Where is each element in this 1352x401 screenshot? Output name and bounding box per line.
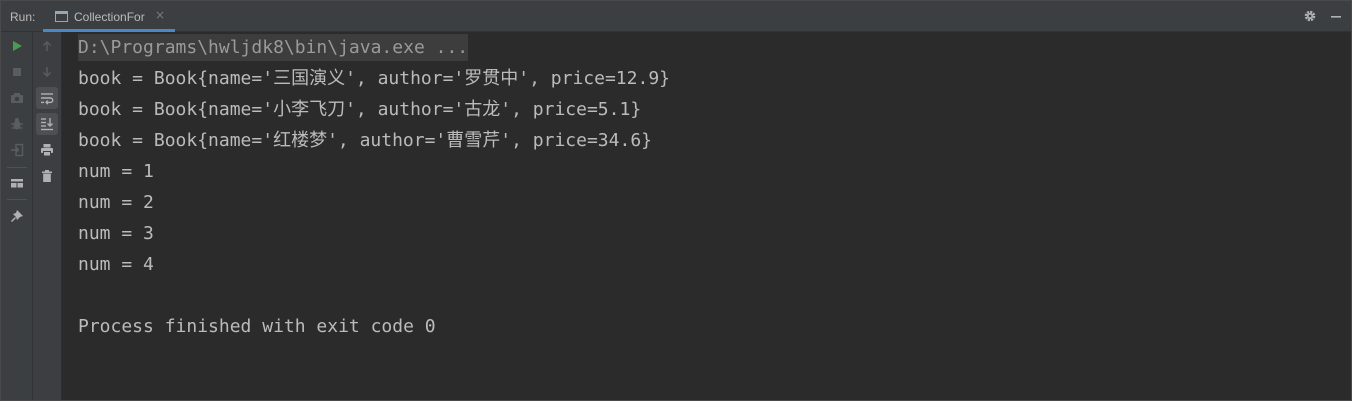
console-line: num = 4 bbox=[78, 254, 154, 275]
soft-wrap-button[interactable] bbox=[36, 87, 58, 109]
console-line: num = 1 bbox=[78, 161, 154, 182]
console-toolbar bbox=[33, 32, 62, 400]
clear-all-button[interactable] bbox=[36, 165, 58, 187]
run-label: Run: bbox=[10, 10, 36, 24]
gear-icon[interactable] bbox=[1303, 9, 1317, 23]
next-occurrence-button[interactable] bbox=[36, 61, 58, 83]
print-icon bbox=[41, 144, 53, 157]
soft-wrap-icon bbox=[41, 93, 54, 105]
pin-button[interactable] bbox=[6, 205, 28, 227]
console-output[interactable]: D:\Programs\hwljdk8\bin\java.exe ... boo… bbox=[62, 32, 1351, 400]
layout-icon bbox=[11, 179, 23, 188]
print-button[interactable] bbox=[36, 139, 58, 161]
rerun-icon bbox=[13, 41, 22, 51]
exit-button[interactable] bbox=[6, 139, 28, 161]
console-lines: D:\Programs\hwljdk8\bin\java.exe ... boo… bbox=[78, 32, 670, 342]
console-tab-icon bbox=[55, 11, 68, 22]
pin-icon bbox=[10, 210, 23, 223]
console-line: book = Book{name='三国演义', author='罗贯中', p… bbox=[78, 68, 670, 89]
run-tool-window: Run: CollectionFor × D:\Programs\hwljdk8… bbox=[0, 0, 1352, 401]
stop-button[interactable] bbox=[6, 61, 28, 83]
command-text: D:\Programs\hwljdk8\bin\java.exe ... bbox=[78, 34, 469, 61]
left-toolbar bbox=[1, 32, 33, 400]
exit-login-icon bbox=[11, 143, 24, 157]
process-finished-line: Process finished with exit code 0 bbox=[78, 316, 436, 337]
console-line: num = 2 bbox=[78, 192, 154, 213]
header-actions bbox=[1303, 9, 1343, 23]
rerun-button[interactable] bbox=[6, 35, 28, 57]
up-arrow-icon bbox=[42, 40, 52, 51]
console-line: book = Book{name='小李飞刀', author='古龙', pr… bbox=[78, 99, 642, 120]
console-line: num = 3 bbox=[78, 223, 154, 244]
camera-icon bbox=[11, 93, 23, 103]
scroll-to-end-button[interactable] bbox=[36, 113, 58, 135]
down-arrow-icon bbox=[42, 67, 52, 78]
close-icon[interactable]: × bbox=[154, 9, 166, 21]
console-line: book = Book{name='红楼梦', author='曹雪芹', pr… bbox=[78, 130, 652, 151]
toolbar-divider bbox=[7, 167, 27, 168]
trash-icon bbox=[42, 170, 52, 182]
tab-label: CollectionFor bbox=[74, 10, 145, 24]
debug-bug-icon bbox=[11, 118, 23, 130]
camera-button[interactable] bbox=[6, 87, 28, 109]
scroll-to-end-icon bbox=[41, 118, 53, 131]
stop-icon bbox=[13, 68, 21, 76]
debug-button[interactable] bbox=[6, 113, 28, 135]
run-header: Run: CollectionFor × bbox=[1, 1, 1351, 32]
layout-button[interactable] bbox=[6, 172, 28, 194]
toolbar-divider bbox=[7, 199, 27, 200]
minimize-icon[interactable] bbox=[1329, 9, 1343, 23]
tab-collectionfor[interactable]: CollectionFor × bbox=[43, 4, 175, 32]
previous-occurrence-button[interactable] bbox=[36, 35, 58, 57]
command-line[interactable]: D:\Programs\hwljdk8\bin\java.exe ... bbox=[78, 32, 670, 63]
